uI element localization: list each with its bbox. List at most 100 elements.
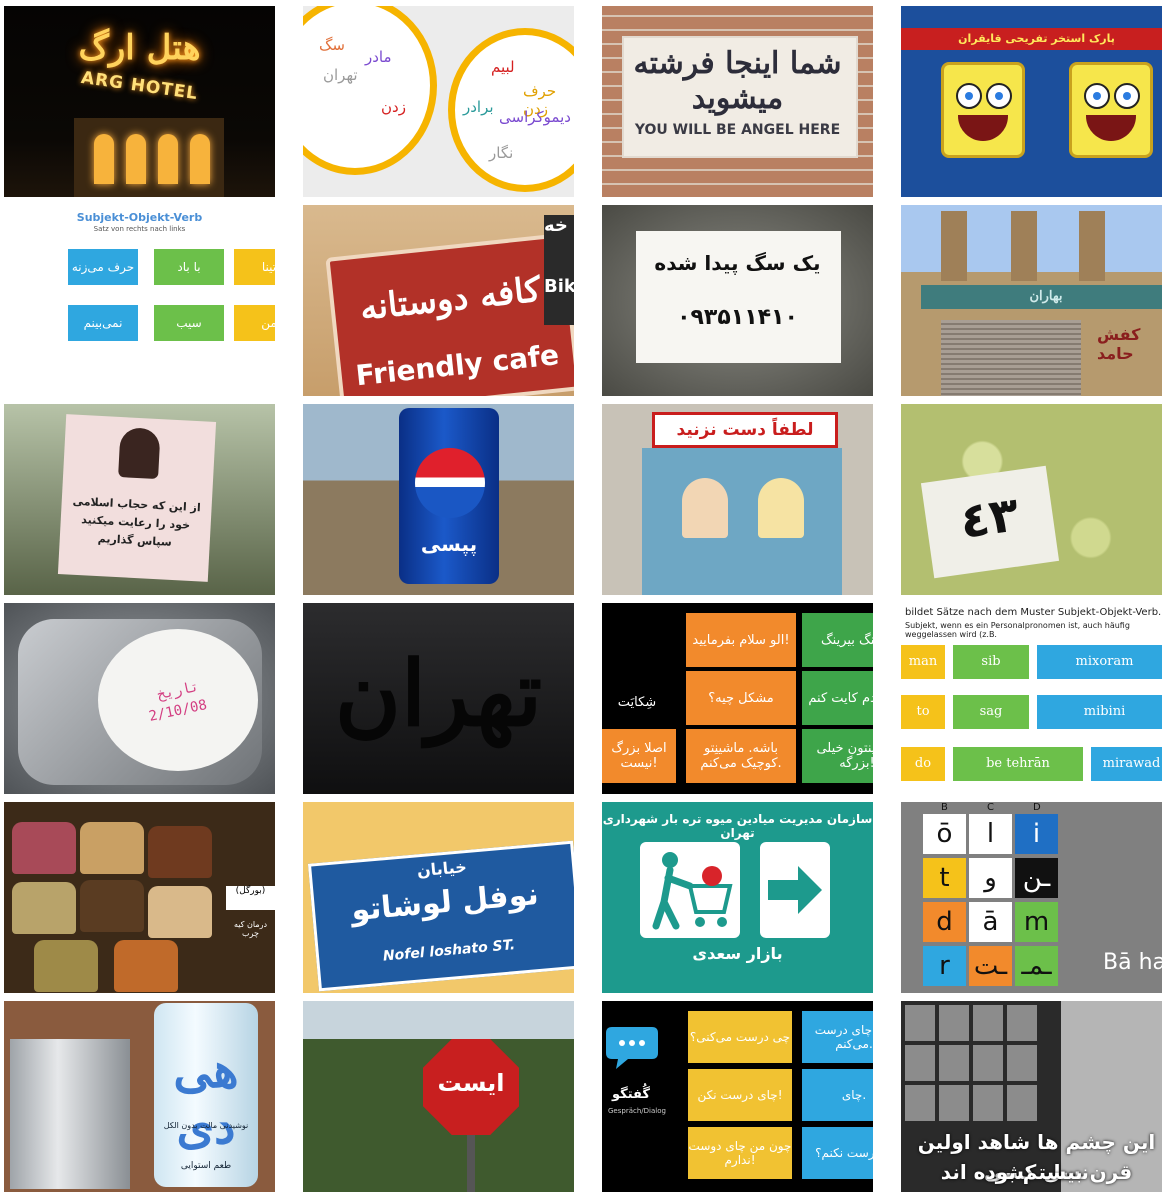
tile-spice-market[interactable]: (بورگل) درمان کیه چرب xyxy=(4,802,275,993)
windcatcher xyxy=(1079,211,1105,281)
store-sign: بهاران xyxy=(921,285,1162,309)
price: ٤٣ xyxy=(956,486,1023,550)
spice-sack xyxy=(148,886,212,938)
spice-sack xyxy=(114,940,178,992)
tile-pepsi-can[interactable]: پپسی xyxy=(303,404,574,595)
mouth xyxy=(1086,115,1136,141)
arch-window xyxy=(190,134,210,184)
topic-subtitle: Gespräch/Dialog xyxy=(608,1107,666,1115)
letter-cell: i xyxy=(1015,814,1058,854)
tile-svo-table[interactable]: bildet Sätze nach dem Muster Subjekt-Obj… xyxy=(901,603,1162,794)
tile-stop-sign[interactable]: ایست xyxy=(303,1001,574,1192)
dialog-bubble: چی درست می‌کنی؟ xyxy=(688,1011,792,1063)
can-label: پپسی xyxy=(420,532,478,556)
portrait xyxy=(939,1045,969,1081)
portrait xyxy=(905,1085,935,1121)
tile-cartoon-sign[interactable]: پارک استخر تفریحی قایقران xyxy=(901,6,1162,197)
spice-sack xyxy=(34,940,98,992)
sign-farsi: شما اینجا فرشته میشوید xyxy=(633,46,842,116)
word: نگار xyxy=(489,144,514,162)
price-tag: (بورگل) xyxy=(226,886,275,910)
word: زدن xyxy=(381,98,406,116)
street-name-english: Nofel loshato ST. xyxy=(382,937,516,965)
can-tagline: نوشیدنی مالت بدون الکل xyxy=(163,1121,249,1130)
banner: پارک استخر تفریحی قایقران xyxy=(901,28,1162,50)
soda-can: پپسی xyxy=(399,408,499,584)
large-letters: تهران xyxy=(334,641,543,747)
slide-text: Subjekt, wenn es ein Personalpronomen is… xyxy=(905,621,1130,639)
street-sign: خیابان نوفل لوشاتو Nofel loshato ST. xyxy=(307,840,574,992)
poster xyxy=(642,448,842,595)
letter-cell: ـت xyxy=(969,946,1012,986)
dialog-bubble: چای درست نکن! xyxy=(688,1069,792,1121)
word: سگ xyxy=(319,36,345,54)
tile-found-dog[interactable]: یک سگ پیدا شده ۰۹۳۵۱۱۴۱۰ xyxy=(602,205,873,396)
column-header: D xyxy=(1033,802,1041,813)
tile-tehran-letters[interactable]: تهران xyxy=(303,603,574,794)
side-sign-farsi: خه xyxy=(544,215,568,236)
tile-sov-boxes[interactable]: Subjekt-Objekt-Verb Satz von rechts nach… xyxy=(4,205,275,396)
word: مادر xyxy=(365,48,392,66)
letter-cell: r xyxy=(923,946,966,986)
dialog-bubble: باشه. ماشینِتو کوچیک می‌کنم. xyxy=(686,729,796,783)
tile-dialog-complaint[interactable]: الو سلام بفرمایید! بیرینگ بیرینگ مشکل چی… xyxy=(602,603,873,794)
chat-bubble-icon xyxy=(606,1027,658,1069)
slide-title: Subjekt-Objekt-Verb xyxy=(76,211,203,224)
cafe-english: Friendly cafe xyxy=(354,338,561,393)
tile-heydey-can[interactable]: هی دی نوشیدنی مالت بدون الکل طعم استوایی xyxy=(4,1001,275,1192)
subject-box: تینا xyxy=(234,249,275,285)
tile-word-circles[interactable]: سگ تهران مادر زدن لبیم حرف زدن برادر دیم… xyxy=(303,6,574,197)
portrait xyxy=(939,1085,969,1121)
eye xyxy=(1114,83,1140,109)
tile-street-sign[interactable]: خیابان نوفل لوشاتو Nofel loshato ST. xyxy=(303,802,574,993)
dialog-bubble: روز چای درست می‌کنم. xyxy=(802,1011,873,1063)
portrait xyxy=(973,1005,1003,1041)
subject-cell: do xyxy=(901,747,945,781)
sign-pole xyxy=(467,1135,475,1192)
dialog-bubble: را درست نکنم؟ xyxy=(802,1127,873,1179)
egg: تاریخ 2/10/08 xyxy=(98,629,258,771)
portrait xyxy=(905,1045,935,1081)
tile-hijab-sign[interactable]: از این که حجاب اسلامی خود را رعایت میکنی… xyxy=(4,404,275,595)
word: تهران xyxy=(323,66,358,84)
org-name: سازمان مدیریت میادین میوه تره بار شهردار… xyxy=(602,812,873,840)
dialog-bubble: ماشینتون خیلی بزرگه! xyxy=(802,729,873,783)
dialog-bubble: اصلا بزرگ نیست! xyxy=(602,729,676,783)
tile-hotel[interactable]: هتل ارگ ARG HOTEL xyxy=(4,6,275,197)
letter-cell: ا xyxy=(969,814,1012,854)
tile-angel-sign[interactable]: شما اینجا فرشته میشوید YOU WILL BE ANGEL… xyxy=(602,6,873,197)
mouth xyxy=(958,115,1008,141)
arch-window xyxy=(94,134,114,184)
dialog-bubble: نگ زدم کایت کنم. xyxy=(802,671,873,725)
spice-sack xyxy=(80,880,144,932)
spice-sack xyxy=(12,822,76,874)
tile-alphabet-grid[interactable]: B C D ō ا i t و ـن d ā m r ـت ـمـ Bā ha xyxy=(901,802,1162,993)
tile-portrait-wall[interactable]: این چشم ها شاهد اولین نسل کشی قرن بیستم … xyxy=(901,1001,1162,1192)
slide-subtitle: Satz von rechts nach links xyxy=(93,225,186,233)
tile-market-sign[interactable]: سازمان مدیریت میادین میوه تره بار شهردار… xyxy=(602,802,873,993)
tile-windcatchers[interactable]: بهاران کفش حامد xyxy=(901,205,1162,396)
tile-cafe-sign[interactable]: کافه دوستانه Friendly cafe خه Bik xyxy=(303,205,574,396)
letter-cell: t xyxy=(923,858,966,898)
eye xyxy=(986,83,1012,109)
tile-dont-touch[interactable]: لطفاً دست نزنید xyxy=(602,404,873,595)
verb-cell: mibini xyxy=(1037,695,1162,729)
destination: بازار سعدی xyxy=(692,944,783,963)
windcatcher xyxy=(941,211,967,281)
topic-title: گُفتگو xyxy=(612,1087,650,1102)
portrait xyxy=(973,1085,1003,1121)
price-tag-note: درمان کیه چرب xyxy=(233,920,268,938)
topic-label: شِکایَت xyxy=(617,695,657,710)
word-circle xyxy=(303,6,437,175)
subject-cell: to xyxy=(901,695,945,729)
cafe-sign: کافه دوستانه Friendly cafe xyxy=(325,232,574,396)
tile-stamped-egg[interactable]: تاریخ 2/10/08 xyxy=(4,603,275,794)
slide-text: bildet Sätze nach dem Muster Subjekt-Obj… xyxy=(905,607,1162,618)
tile-dialog-tea[interactable]: گُفتگو Gespräch/Dialog چی درست می‌کنی؟ ر… xyxy=(602,1001,873,1192)
subject-box: من xyxy=(234,305,275,341)
tile-grapes-price[interactable]: ٤٣ xyxy=(901,404,1162,595)
dialog-bubble: بیرینگ بیرینگ xyxy=(802,613,873,667)
spice-sack xyxy=(148,826,212,878)
warning-banner: لطفاً دست نزنید xyxy=(652,412,838,448)
side-sign: خه Bik xyxy=(544,215,574,325)
